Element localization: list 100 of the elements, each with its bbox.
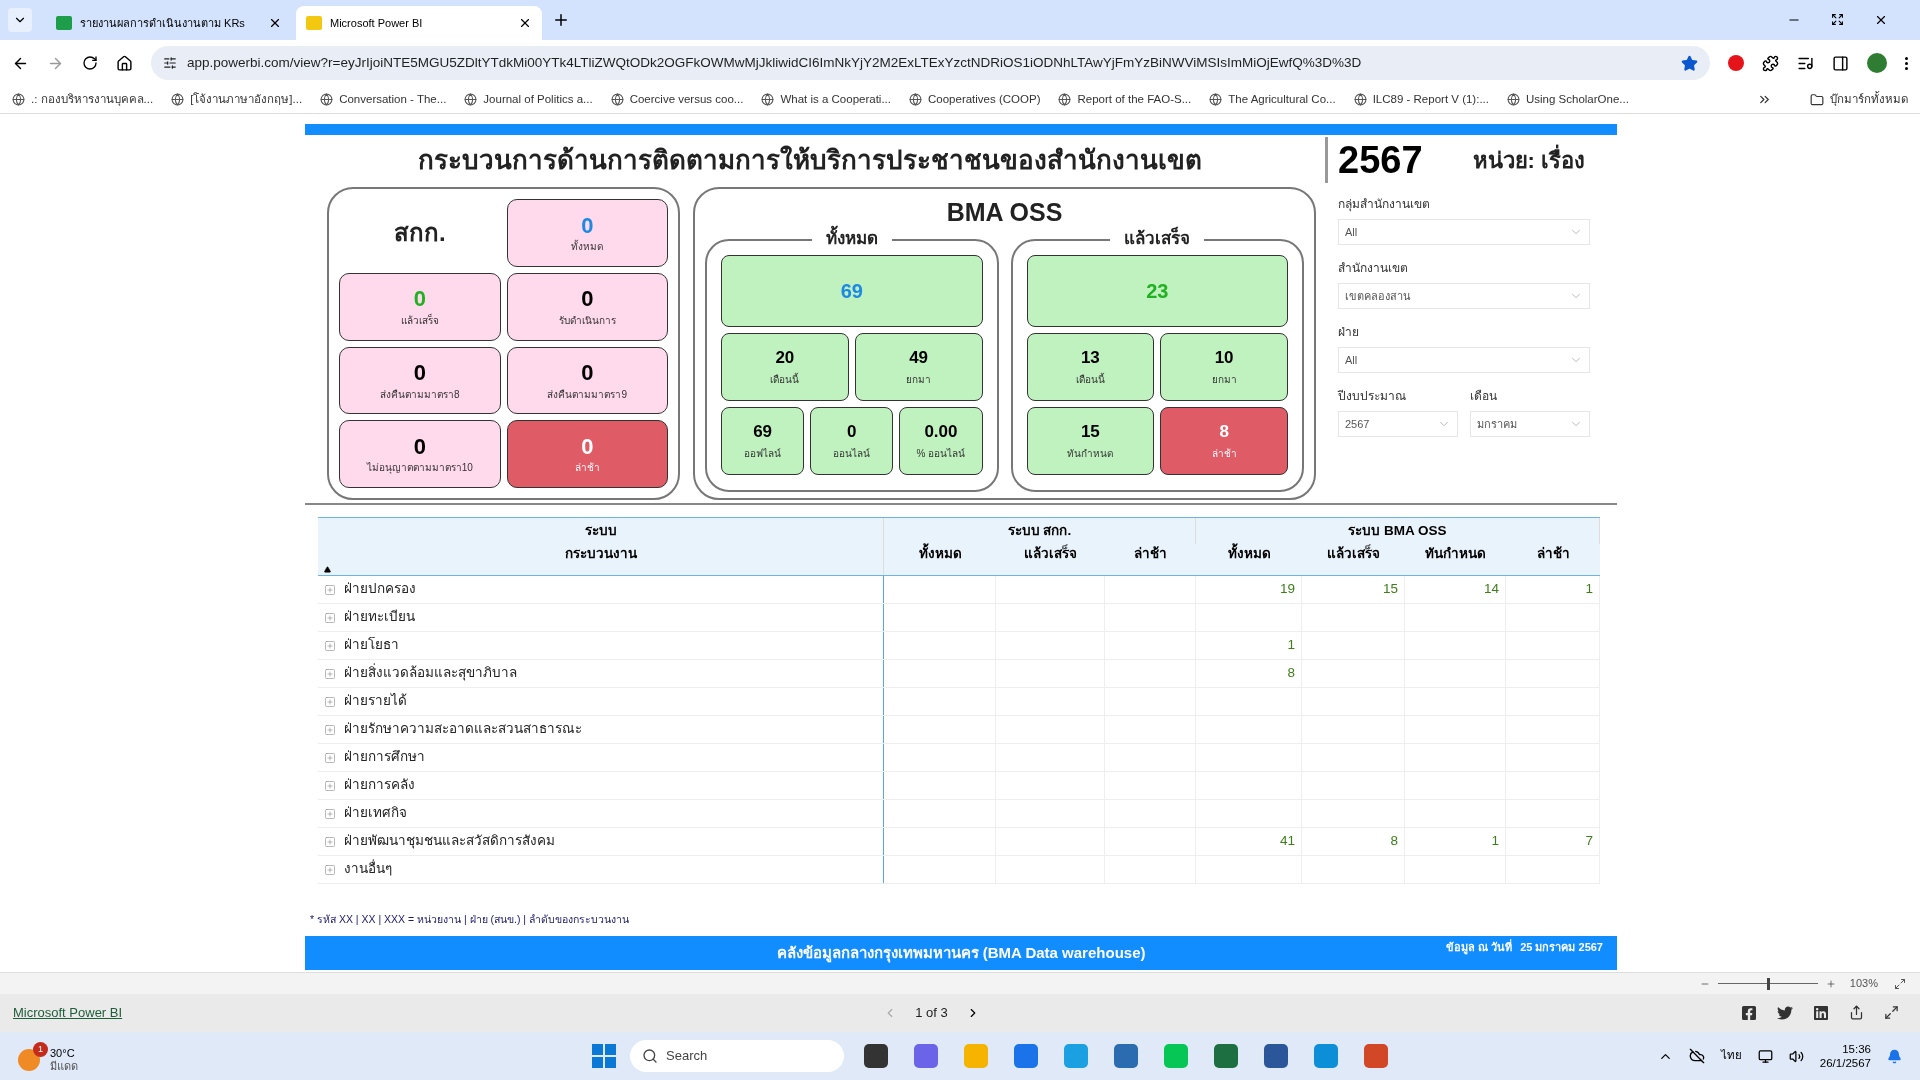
stat-value: 0 xyxy=(413,432,426,461)
powerbi-link[interactable]: Microsoft Power BI xyxy=(13,1003,123,1023)
bookmark-item[interactable]: Report of the FAO-S... xyxy=(1058,90,1192,109)
zoom-level: 103% xyxy=(1849,976,1878,992)
browser-tab[interactable]: Microsoft Power BI xyxy=(296,6,542,40)
stat-value: 15 xyxy=(1080,420,1100,443)
bookmark-item[interactable]: Using ScholarOne... xyxy=(1507,90,1629,109)
bookmark-favicon-icon xyxy=(171,93,185,106)
stat-value: 49 xyxy=(909,346,929,369)
panel-title: BMA OSS xyxy=(945,197,1064,228)
language-indicator[interactable]: ไทย xyxy=(1720,1047,1742,1065)
filter-dropdown[interactable]: มกราคม xyxy=(1470,411,1590,437)
filter-dropdown[interactable]: 2567 xyxy=(1338,411,1458,437)
slider-thumb[interactable] xyxy=(1766,977,1770,990)
bookmark-item[interactable]: The Agricultural Co... xyxy=(1209,90,1336,109)
bookmark-item[interactable]: Conversation - The... xyxy=(320,90,447,109)
column-header[interactable]: ทั้งหมด xyxy=(1196,544,1302,570)
start-icon[interactable] xyxy=(592,1044,616,1068)
stat-value: 10 xyxy=(1214,346,1234,369)
group-header: ระบบ สกก. xyxy=(884,518,1196,544)
browser-tab[interactable]: รายงานผลการดำเนินงานตาม KRs xyxy=(46,6,292,40)
taskbar-app-icon[interactable] xyxy=(1214,1044,1238,1068)
bookmark-item[interactable]: ILC89 - Report V (1):... xyxy=(1353,90,1489,109)
new-tab-icon[interactable] xyxy=(552,11,570,29)
bookmark-favicon-icon xyxy=(1353,93,1367,106)
column-header[interactable]: กระบวนงาน xyxy=(564,544,637,566)
zoom-in-icon[interactable] xyxy=(1825,978,1836,989)
filter-dropdown[interactable]: All xyxy=(1338,347,1590,373)
stat-label: ล่าช้า xyxy=(574,461,600,476)
clock[interactable]: 15:36 26/1/2567 xyxy=(1819,1042,1871,1070)
search-icon xyxy=(642,1048,658,1064)
tab-search-button[interactable] xyxy=(8,8,32,32)
taskbar-app-icon[interactable] xyxy=(1114,1044,1138,1068)
bookmark-item[interactable]: Coercive versus coo... xyxy=(610,90,744,109)
extensions-icon[interactable] xyxy=(1762,54,1779,72)
date-label: ข้อมูล ณ วันที่ xyxy=(1446,938,1513,956)
star-icon[interactable] xyxy=(1681,54,1698,72)
weather-widget[interactable]: 1 30°C มีแดด xyxy=(18,1039,80,1073)
year-value: 2567 xyxy=(1338,137,1423,183)
table-cell-text: 1 xyxy=(1287,636,1295,655)
stat-label: ล่าช้า xyxy=(1211,447,1237,462)
filter-dropdown[interactable]: เขตคลองสาน xyxy=(1338,283,1590,309)
taskbar-app-icon[interactable] xyxy=(864,1044,888,1068)
stat-label: % ออนไลน์ xyxy=(916,447,966,462)
stat-value: 0 xyxy=(581,285,594,313)
fullscreen-icon[interactable] xyxy=(1884,1005,1899,1020)
close-icon[interactable] xyxy=(1874,13,1888,27)
bookmark-item[interactable]: [โจ้งานภาษาอังกฤษ]... xyxy=(171,90,303,109)
close-icon[interactable] xyxy=(518,16,532,30)
home-icon[interactable] xyxy=(116,54,133,72)
bookmark-item[interactable]: Cooperatives (COOP) xyxy=(909,90,1041,109)
bookmark-item[interactable]: What is a Cooperati... xyxy=(761,90,891,109)
profile-avatar[interactable] xyxy=(1867,53,1887,73)
bell-icon[interactable] xyxy=(1887,1048,1902,1064)
stat-value: 69 xyxy=(840,278,863,304)
share-icon[interactable] xyxy=(1849,1005,1864,1020)
bookmark-favicon-icon xyxy=(1058,93,1072,106)
bookmark-item[interactable]: .: กองบริหารงานบุคคล... xyxy=(12,90,154,109)
cloud-off-icon[interactable] xyxy=(1688,1048,1705,1064)
stat-value: 20 xyxy=(775,346,795,369)
column-header[interactable]: ล่าช้า xyxy=(1506,544,1600,570)
twitter-icon[interactable] xyxy=(1777,1005,1793,1021)
filter-dropdown[interactable]: All xyxy=(1338,219,1590,245)
column-header[interactable]: แล้วเสร็จ xyxy=(1302,544,1405,570)
bookmark-favicon-icon xyxy=(909,93,922,106)
linkedin-icon[interactable] xyxy=(1813,1005,1829,1021)
side-panel-icon[interactable] xyxy=(1832,54,1849,72)
bookmark-item[interactable]: Journal of Politics a... xyxy=(464,90,593,109)
row-label: ฝ่ายพัฒนาชุมชนและสวัสดิการสังคม xyxy=(344,832,555,851)
close-icon[interactable] xyxy=(268,16,282,30)
tab-favicon-icon xyxy=(306,16,322,30)
tab-favicon-icon xyxy=(56,16,72,30)
column-header[interactable]: แล้วเสร็จ xyxy=(996,544,1105,570)
taskbar-app-icon[interactable] xyxy=(1264,1044,1288,1068)
row-label: งานอื่นๆ xyxy=(344,859,392,879)
stat-label: เดือนนี้ xyxy=(770,372,800,388)
bookmark-favicon-icon xyxy=(12,93,25,106)
folder-icon xyxy=(1810,92,1824,107)
table-cell-text: 19 xyxy=(1279,580,1295,599)
stat-value: 8 xyxy=(1219,420,1229,443)
bookmarks-folder[interactable]: บุ๊กมาร์กทั้งหมด xyxy=(1810,90,1908,109)
filter-label: ฝ่าย xyxy=(1338,324,1360,341)
sort-ascending-icon[interactable] xyxy=(324,566,331,573)
table-cell-text: 41 xyxy=(1279,832,1295,851)
row-label: ฝ่ายโยธา xyxy=(344,636,399,655)
volume-icon[interactable] xyxy=(1788,1048,1804,1064)
notification-badge: 1 xyxy=(33,1042,48,1057)
menu-icon[interactable] xyxy=(1905,56,1908,70)
search-box[interactable]: Search xyxy=(630,1040,844,1072)
facebook-icon[interactable] xyxy=(1741,1005,1757,1021)
reload-icon[interactable] xyxy=(82,55,98,71)
bookmark-favicon-icon xyxy=(320,93,334,106)
restore-icon[interactable] xyxy=(1831,13,1844,26)
column-header[interactable]: ทันกำหนด xyxy=(1405,544,1506,570)
address-bar[interactable]: app.powerbi.com/view?r=eyJrIjoiNTE5MGU5ZDltYTdkMi00YTk4LTliZWQtODk2OGFkOWMwMjJkliwidCI6ImNkYjY2M2ExLTExYzctNDRiOS1iODNhLTAwYjFmYzBiNWViMSIsImMiOjEwfQ%3D%3D xyxy=(151,46,1710,80)
stat-label: ทันกำหนด xyxy=(1067,447,1114,462)
zoom-slider[interactable] xyxy=(1717,977,1818,990)
column-header[interactable]: ล่าช้า xyxy=(1105,544,1196,570)
column-header[interactable]: ทั้งหมด xyxy=(884,544,996,570)
fit-page-icon[interactable] xyxy=(1894,977,1906,990)
